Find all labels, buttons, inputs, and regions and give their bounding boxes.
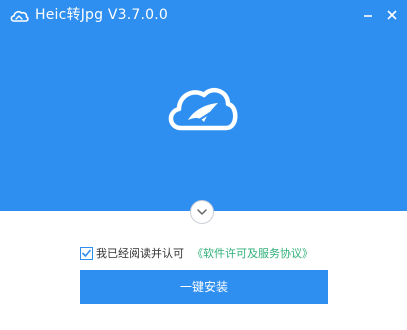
title-bar[interactable]: Heic转Jpg V3.7.0.0: [0, 0, 407, 32]
window-title: Heic转Jpg V3.7.0.0: [35, 7, 169, 23]
agreement-label: 我已经阅读并认可: [96, 247, 184, 260]
close-icon: [387, 10, 397, 20]
one-click-install-button[interactable]: 一键安装: [80, 270, 328, 304]
expand-options-button[interactable]: [190, 200, 214, 224]
chevron-down-icon: [197, 209, 207, 215]
close-button[interactable]: [383, 6, 401, 24]
cloud-icon: [10, 10, 29, 22]
minimize-icon: [364, 15, 372, 17]
checkmark-icon: [82, 249, 91, 257]
agreement-checkbox[interactable]: [80, 247, 93, 260]
installer-window: Heic转Jpg V3.7.0.0 我已经阅读并认可 《软件许可及服务协议》 一…: [0, 0, 407, 330]
cloud-logo-icon: [168, 87, 238, 131]
header-banner: Heic转Jpg V3.7.0.0: [0, 0, 407, 211]
license-agreement-link[interactable]: 《软件许可及服务协议》: [192, 246, 313, 262]
minimize-button[interactable]: [359, 6, 377, 24]
